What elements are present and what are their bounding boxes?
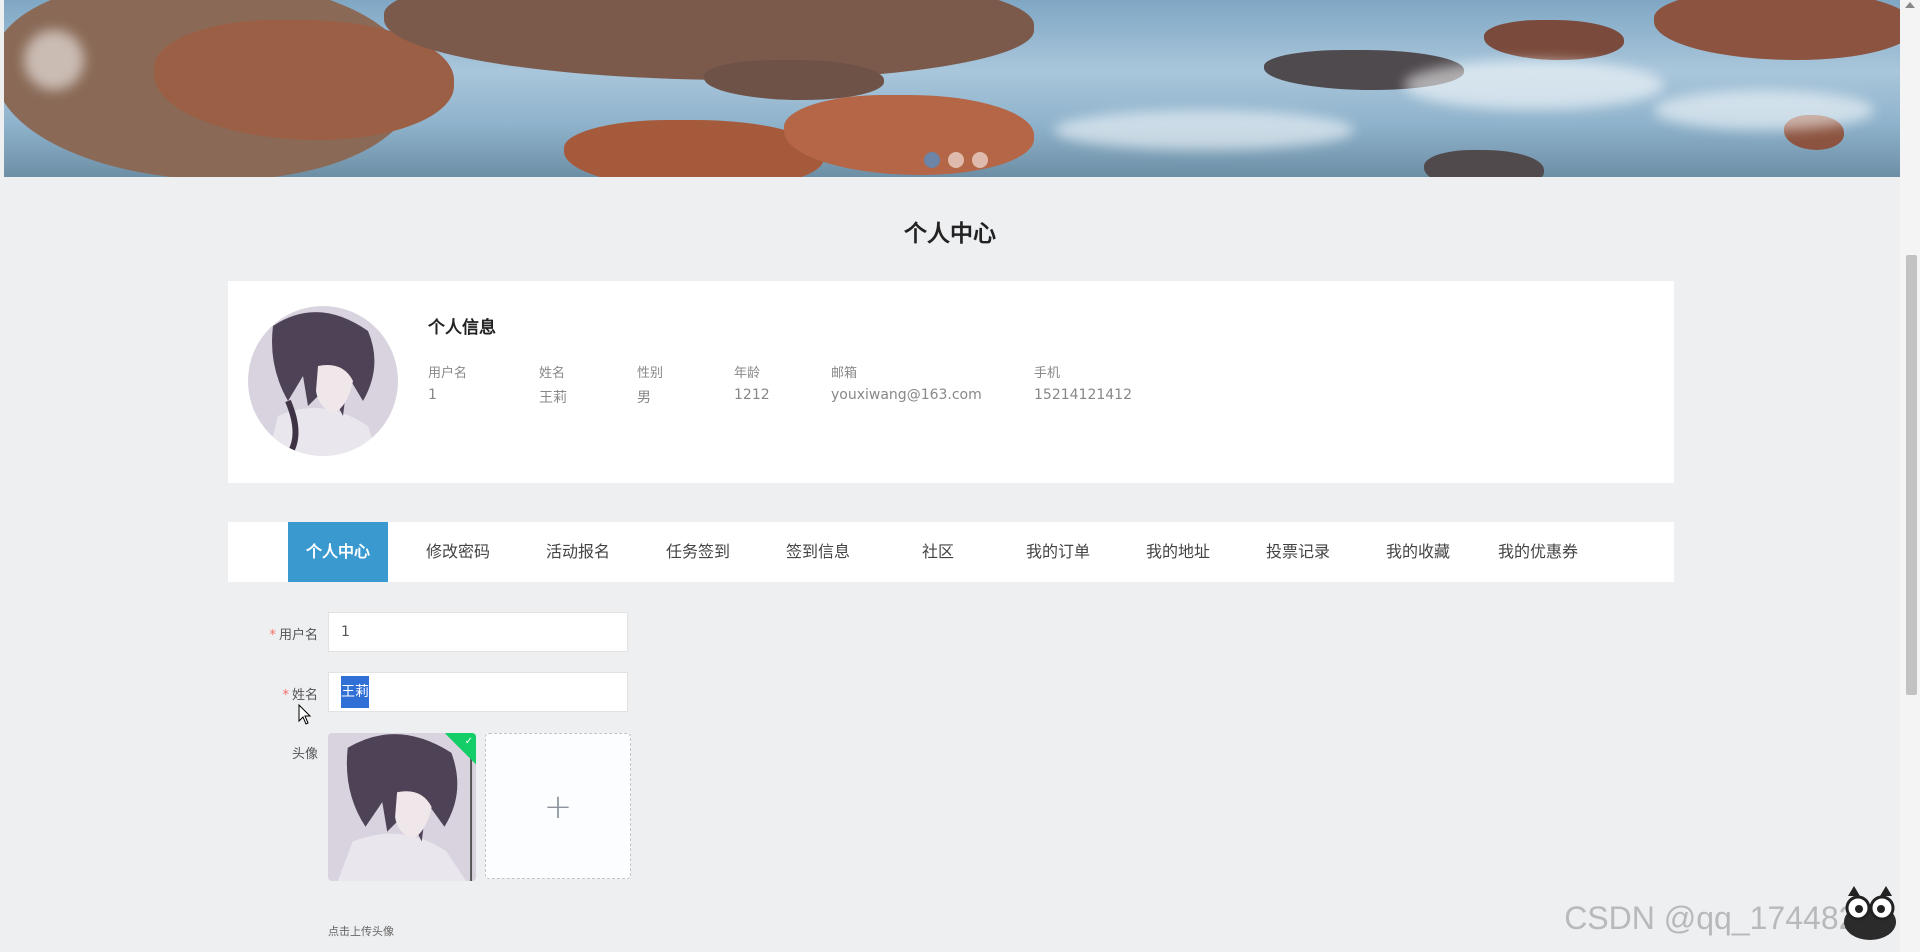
profile-field-phone: 手机 15214121412 [1034,366,1132,403]
tab-task-checkin[interactable]: 任务签到 [648,522,748,582]
name-input[interactable]: 王莉 [328,672,628,712]
tab-checkin-info[interactable]: 签到信息 [768,522,868,582]
profile-field-age: 年龄 1212 [734,366,770,403]
name-label: 姓名 [291,688,318,703]
profile-info-title: 个人信息 [428,318,496,338]
tab-personal-center[interactable]: 个人中心 [288,522,388,582]
uploaded-avatar-thumbnail[interactable]: ✓ [328,733,476,881]
tab-my-orders[interactable]: 我的订单 [1008,522,1108,582]
carousel-indicators [924,152,988,168]
tab-my-favorites[interactable]: 我的收藏 [1368,522,1468,582]
page-title: 个人中心 [904,221,996,247]
name-input-selection: 王莉 [341,676,369,708]
tab-my-address[interactable]: 我的地址 [1128,522,1228,582]
check-icon: ✓ [464,736,473,747]
upload-hint: 点击上传头像 [328,925,394,938]
plus-icon: + [543,787,573,827]
upload-avatar-button[interactable]: + [485,733,631,879]
scrollbar-thumb[interactable] [1906,255,1917,695]
username-input[interactable]: 1 [328,612,628,652]
carousel-dot-1[interactable] [924,152,940,168]
tab-community[interactable]: 社区 [888,522,988,582]
tab-vote-records[interactable]: 投票记录 [1248,522,1348,582]
avatar-label: 头像 [291,747,318,762]
scroll-up-arrow[interactable] [1905,2,1915,8]
hero-banner [4,0,1900,177]
tab-change-password[interactable]: 修改密码 [408,522,508,582]
mouse-cursor-icon [298,704,312,725]
carousel-dot-3[interactable] [972,152,988,168]
mascot-icon [1844,886,1896,940]
page-scrollbar[interactable] [1900,0,1920,952]
tab-my-coupons[interactable]: 我的优惠券 [1488,522,1588,582]
profile-info-card: 个人信息 用户名 1 姓名 王莉 性别 男 年龄 1212 邮箱 youxiwa… [228,281,1674,483]
username-label: 用户名 [278,628,318,643]
carousel-dot-2[interactable] [948,152,964,168]
profile-field-name: 姓名 王莉 [539,366,567,406]
user-center-tabs: 个人中心 修改密码 活动报名 任务签到 签到信息 社区 我的订单 我的地址 投票… [228,522,1674,582]
profile-field-gender: 性别 男 [637,366,664,406]
avatar [248,306,398,456]
profile-field-email: 邮箱 youxiwang@163.com [831,366,982,403]
tab-activity-signup[interactable]: 活动报名 [528,522,628,582]
profile-field-username: 用户名 1 [428,366,468,403]
